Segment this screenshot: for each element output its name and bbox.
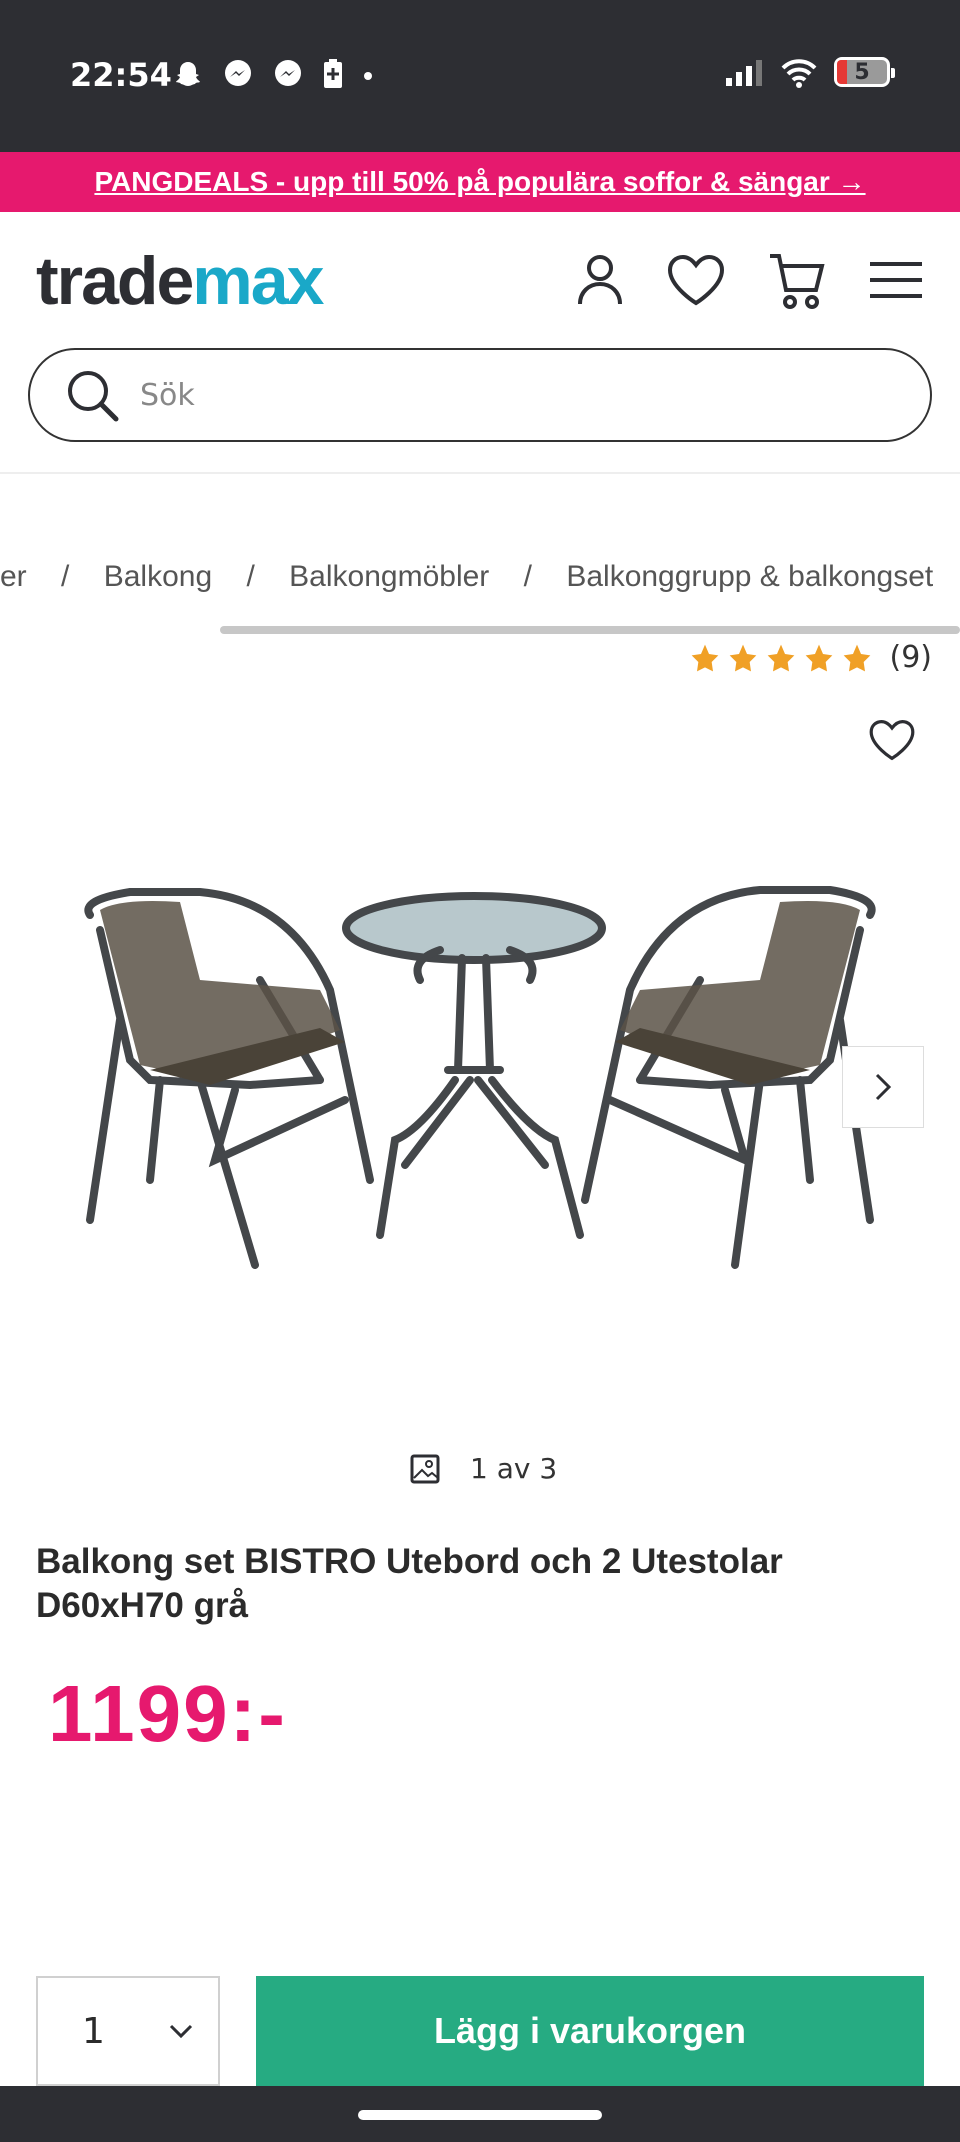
header-divider [0, 472, 960, 474]
dot-icon [364, 72, 372, 80]
breadcrumb-separator: / [61, 560, 70, 593]
product-image [84, 886, 876, 1269]
status-time: 22:54 [70, 56, 172, 94]
wifi-icon [781, 59, 817, 88]
account-icon[interactable] [576, 252, 624, 308]
site-header: trademax [0, 212, 960, 342]
battery-indicator: 5 [834, 57, 895, 87]
product-price: 1199:- [48, 1669, 287, 1758]
logo-part-trade: trade [36, 243, 194, 319]
product-title: Balkong set BISTRO Utebord och 2 Utestol… [36, 1542, 783, 1625]
signal-icon [726, 60, 762, 86]
breadcrumb-item[interactable]: Balkongmöbler [289, 560, 489, 593]
breadcrumb-separator: / [523, 560, 532, 593]
rating-count: (9) [889, 640, 933, 675]
gallery-counter-text: 1 av 3 [470, 1452, 558, 1485]
snapchat-icon [176, 62, 200, 86]
star-icon [729, 644, 756, 671]
breadcrumb-item[interactable]: Balkong [104, 560, 212, 593]
battery-saver-icon [324, 59, 342, 88]
site-logo[interactable]: trademax [36, 242, 324, 320]
product-rating[interactable]: (9) [688, 640, 933, 675]
star-icon [691, 644, 718, 671]
promo-banner[interactable]: PANGDEALS - upp till 50% på populära sof… [0, 152, 960, 212]
search-bar[interactable]: Sök [28, 348, 932, 442]
promo-link[interactable]: PANGDEALS - upp till 50% på populära sof… [94, 166, 865, 198]
breadcrumb-separator: / [246, 560, 255, 593]
star-icon [767, 644, 794, 671]
star-icon [805, 644, 832, 671]
add-to-cart-button[interactable]: Lägg i varukorgen [256, 1976, 924, 2086]
image-icon [410, 1454, 440, 1483]
breadcrumb: er / Balkong / Balkongmöbler / Balkonggr… [0, 560, 959, 594]
messenger-icon [225, 60, 251, 86]
favorite-heart-icon[interactable] [868, 718, 916, 762]
search-icon [68, 371, 119, 422]
menu-icon[interactable] [868, 260, 924, 300]
status-bar: 22:54 5 [0, 0, 960, 152]
search-input[interactable]: Sök [140, 378, 195, 413]
product-image-gallery[interactable] [0, 780, 960, 1420]
breadcrumb-item[interactable]: er [0, 560, 27, 593]
home-indicator[interactable] [358, 2110, 602, 2120]
chevron-right-icon [875, 1073, 892, 1101]
star-icon [843, 644, 870, 671]
quantity-value: 1 [82, 2010, 105, 2052]
wishlist-icon[interactable] [666, 253, 726, 307]
breadcrumb-scrollbar[interactable] [220, 626, 960, 634]
breadcrumb-item[interactable]: Balkonggrupp & balkongset [566, 560, 933, 593]
gallery-counter: 1 av 3 [410, 1452, 557, 1485]
notification-icons [172, 58, 374, 90]
logo-part-max: max [192, 243, 324, 319]
cart-icon[interactable] [768, 250, 826, 310]
gallery-next-button[interactable] [842, 1046, 924, 1128]
quantity-select[interactable]: 1 [36, 1976, 220, 2086]
messenger-icon-2 [275, 60, 301, 86]
chevron-down-icon [169, 2024, 193, 2039]
